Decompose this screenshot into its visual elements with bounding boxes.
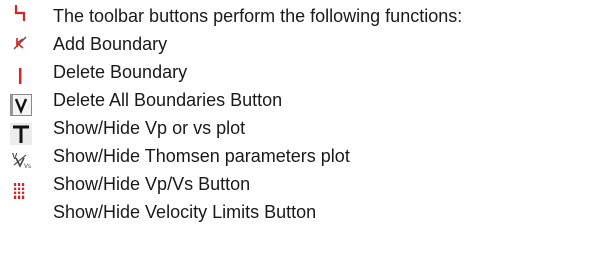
item-label-1: Delete Boundary bbox=[53, 62, 188, 82]
item-label-2: Delete All Boundaries Button bbox=[53, 90, 283, 110]
red-step-icon bbox=[13, 4, 27, 22]
svg-text:Vs: Vs bbox=[24, 164, 31, 170]
item-label-3: Show/Hide Vp or vs plot bbox=[53, 118, 246, 138]
delete-all-boundaries-icon[interactable] bbox=[10, 94, 32, 116]
vp-vs-ratio-icon[interactable] bbox=[11, 181, 31, 201]
delete-boundary-icon[interactable] bbox=[14, 67, 26, 85]
vp-vs-plot-icon[interactable] bbox=[10, 123, 32, 145]
add-boundary-icon[interactable] bbox=[12, 35, 28, 51]
intro-text: The toolbar buttons perform the followin… bbox=[53, 6, 463, 26]
item-label-0: Add Boundary bbox=[53, 34, 168, 54]
item-label-4: Show/Hide Thomsen parameters plot bbox=[53, 146, 350, 166]
thomsen-parameters-icon[interactable]: V Vs bbox=[11, 150, 31, 170]
item-label-6: Show/Hide Velocity Limits Button bbox=[53, 202, 317, 222]
item-label-5: Show/Hide Vp/Vs Button bbox=[53, 174, 251, 194]
